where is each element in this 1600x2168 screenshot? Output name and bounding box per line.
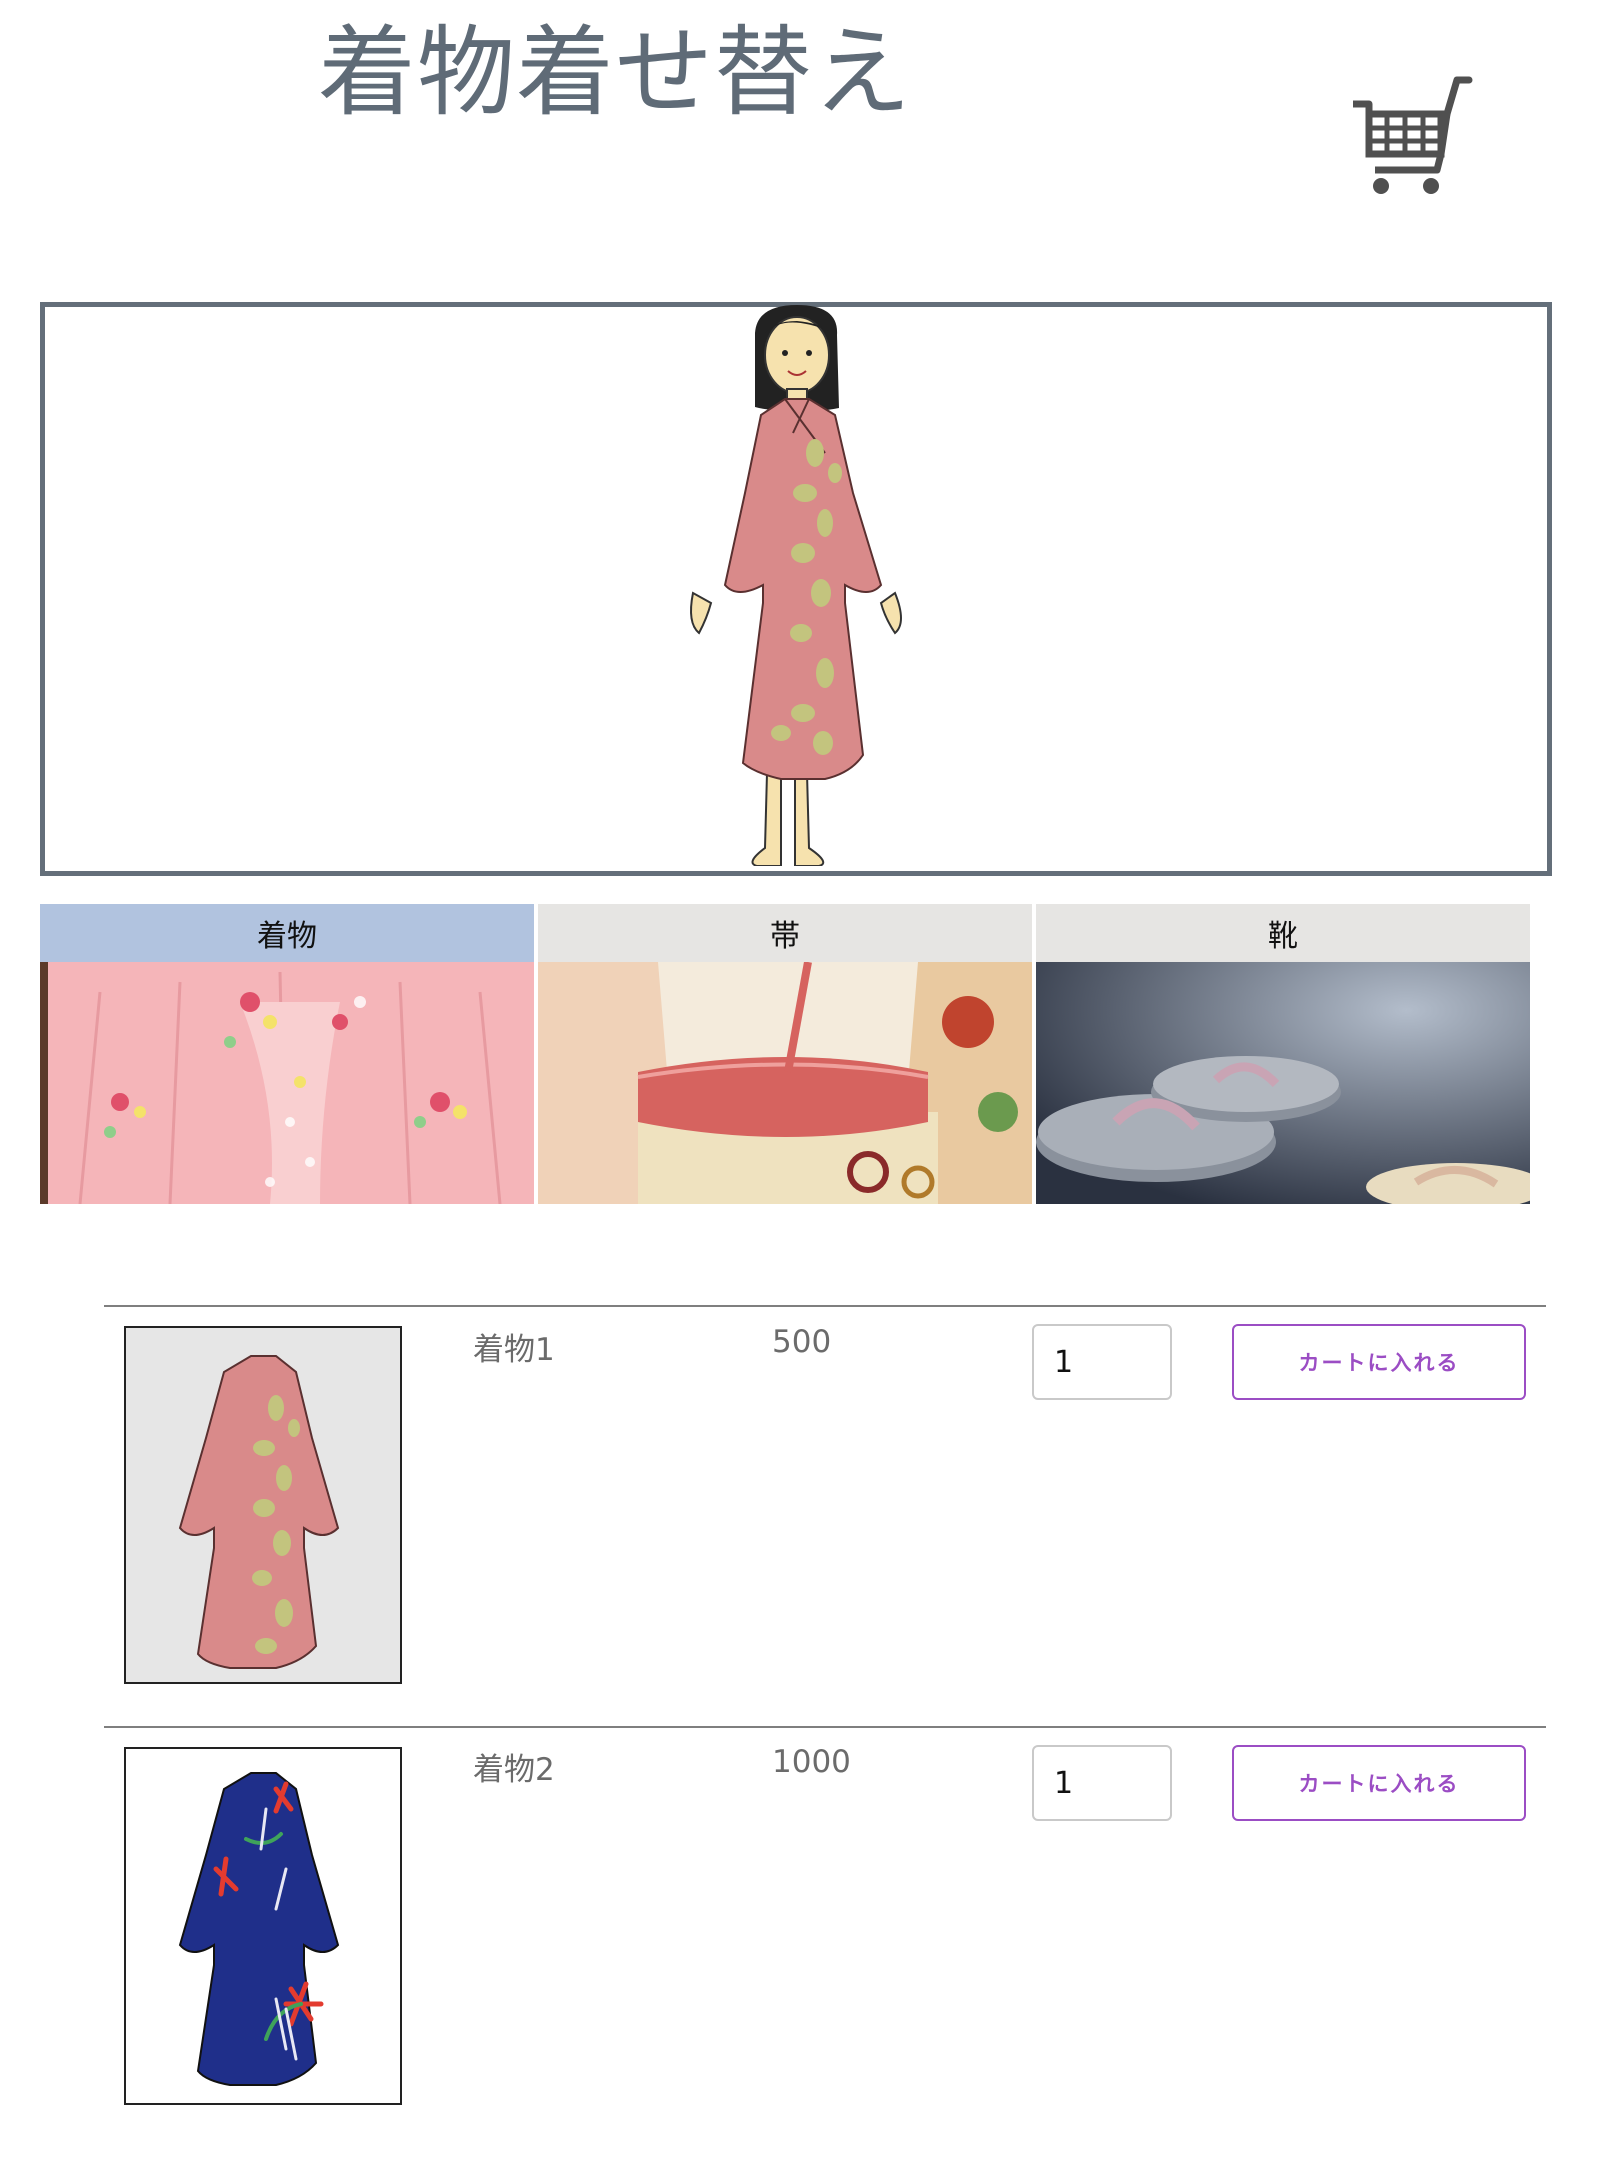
tab-obi[interactable]: 帯 bbox=[538, 904, 1032, 1204]
quantity-input[interactable] bbox=[1032, 1324, 1172, 1400]
product-price: 500 bbox=[772, 1324, 832, 1360]
quantity-input[interactable] bbox=[1032, 1745, 1172, 1821]
shopping-cart-icon[interactable] bbox=[1345, 70, 1475, 200]
zori-sandals-photo bbox=[1036, 962, 1530, 1204]
tab-shoes-label: 靴 bbox=[1036, 904, 1530, 962]
add-to-cart-button[interactable]: カートに入れる bbox=[1232, 1324, 1526, 1400]
pink-kimono-photo bbox=[40, 962, 534, 1204]
page-title: 着物着せ替え bbox=[318, 16, 913, 130]
tab-kimono[interactable]: 着物 bbox=[40, 904, 534, 1204]
tab-kimono-label: 着物 bbox=[40, 904, 534, 962]
product-2-thumbnail bbox=[124, 1747, 402, 2105]
product-price: 1000 bbox=[772, 1744, 851, 1780]
row-divider bbox=[104, 1305, 1546, 1307]
row-divider bbox=[104, 1726, 1546, 1728]
kimono-doll-figure bbox=[690, 305, 902, 866]
tab-obi-label: 帯 bbox=[538, 904, 1032, 962]
add-to-cart-button[interactable]: カートに入れる bbox=[1232, 1745, 1526, 1821]
product-name: 着物2 bbox=[473, 1752, 555, 1788]
product-name: 着物1 bbox=[473, 1332, 555, 1368]
tab-shoes[interactable]: 靴 bbox=[1036, 904, 1530, 1204]
product-1-thumbnail bbox=[124, 1326, 402, 1684]
obi-photo bbox=[538, 962, 1032, 1204]
